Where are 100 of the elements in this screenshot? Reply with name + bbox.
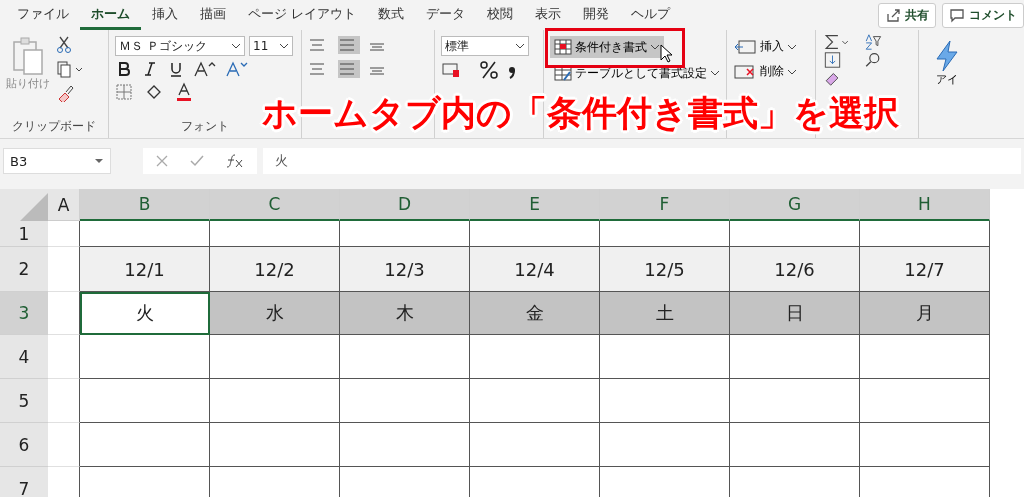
font-grow-icon[interactable] xyxy=(193,60,217,78)
column-header[interactable]: A xyxy=(48,189,80,221)
table-cell[interactable] xyxy=(48,423,80,467)
table-cell[interactable] xyxy=(80,335,210,379)
ribbon-tab[interactable]: 描画 xyxy=(189,0,237,30)
column-header[interactable]: D xyxy=(340,189,470,221)
column-header[interactable]: H xyxy=(860,189,990,221)
ribbon-tab[interactable]: ページ レイアウト xyxy=(237,0,368,30)
table-cell[interactable]: 12/7 xyxy=(860,247,990,292)
table-cell[interactable]: 火 xyxy=(80,292,210,335)
column-header[interactable]: C xyxy=(210,189,340,221)
conditional-format-button[interactable]: 条件付き書式 xyxy=(550,36,664,58)
percent-icon[interactable] xyxy=(479,60,499,80)
table-cell[interactable]: 月 xyxy=(860,292,990,335)
font-name-dropdown[interactable]: ＭＳ Ｐゴシック xyxy=(115,36,245,56)
dropdown-arrow-icon[interactable] xyxy=(94,158,104,164)
formula-input[interactable]: 火 xyxy=(263,148,1021,174)
chevron-down-icon[interactable] xyxy=(787,42,797,51)
font-size-dropdown[interactable]: 11 xyxy=(249,36,293,56)
insert-cells-button[interactable]: 挿入 xyxy=(733,36,809,57)
row-header[interactable]: 5 xyxy=(0,379,48,423)
ribbon-tab[interactable]: ヘルプ xyxy=(620,0,682,30)
grid-icon[interactable] xyxy=(554,39,572,55)
ribbon-tab[interactable]: データ xyxy=(415,0,477,30)
table-cell[interactable] xyxy=(730,423,860,467)
table-cell[interactable] xyxy=(730,379,860,423)
comment-button[interactable]: コメント xyxy=(942,2,1024,28)
table-cell[interactable]: 木 xyxy=(340,292,470,335)
table-cell[interactable] xyxy=(470,423,600,467)
table-cell[interactable]: 12/6 xyxy=(730,247,860,292)
delete-cells-button[interactable]: 削除 xyxy=(733,61,809,82)
table-cell[interactable]: 金 xyxy=(470,292,600,335)
share-icon[interactable] xyxy=(885,7,901,23)
chevron-down-icon[interactable] xyxy=(650,43,660,51)
table-cell[interactable] xyxy=(80,423,210,467)
brush-icon[interactable] xyxy=(56,84,74,102)
ribbon-tab[interactable]: 開発 xyxy=(572,0,621,30)
checkmark-icon[interactable] xyxy=(189,154,205,168)
table-cell[interactable]: 12/2 xyxy=(210,247,340,292)
clipboard-icon[interactable] xyxy=(11,36,45,76)
table-cell[interactable] xyxy=(860,335,990,379)
table-cell[interactable] xyxy=(80,379,210,423)
table-cell[interactable] xyxy=(340,379,470,423)
group-label: クリップボード xyxy=(11,118,97,135)
column-header[interactable]: G xyxy=(730,189,860,221)
row-header[interactable]: 3 xyxy=(0,292,48,335)
chevron-down-icon[interactable] xyxy=(710,69,720,77)
name-box[interactable]: B3 xyxy=(3,148,111,174)
font-shrink-icon[interactable] xyxy=(225,60,249,78)
table-cell[interactable] xyxy=(470,335,600,379)
table-cell[interactable] xyxy=(860,423,990,467)
table-cell[interactable] xyxy=(210,423,340,467)
chevron-down-icon[interactable] xyxy=(279,42,289,50)
copy-icon[interactable] xyxy=(56,60,84,78)
table-cell[interactable] xyxy=(48,335,80,379)
speech-bubble-icon[interactable] xyxy=(949,7,965,23)
column-header[interactable]: F xyxy=(600,189,730,221)
table-cell[interactable] xyxy=(470,379,600,423)
table-cell[interactable] xyxy=(600,379,730,423)
ribbon-tab[interactable]: 校閲 xyxy=(476,0,525,30)
chevron-down-icon[interactable] xyxy=(515,42,525,50)
table-cell[interactable] xyxy=(860,379,990,423)
table-cell[interactable]: 日 xyxy=(730,292,860,335)
column-header[interactable]: B xyxy=(80,189,210,221)
insert-cells-icon[interactable] xyxy=(733,38,757,55)
table-cell[interactable] xyxy=(600,423,730,467)
column-header[interactable]: E xyxy=(470,189,600,221)
table-cell[interactable] xyxy=(210,335,340,379)
table-cell[interactable] xyxy=(600,335,730,379)
row-header[interactable]: 1 xyxy=(0,221,48,247)
table-cell[interactable]: 12/1 xyxy=(80,247,210,292)
ribbon-tab[interactable]: 数式 xyxy=(367,0,416,30)
number-format-dropdown[interactable]: 標準 xyxy=(441,36,529,56)
annotation-caption: ホームタブ内の「条件付き書式」を選択 xyxy=(262,96,899,131)
lightning-icon[interactable] xyxy=(934,40,960,72)
function-icon[interactable] xyxy=(225,153,245,169)
share-button[interactable]: 共有 xyxy=(878,2,936,28)
row-header[interactable]: 4 xyxy=(0,335,48,379)
row-header[interactable]: 6 xyxy=(0,423,48,467)
scissors-icon[interactable] xyxy=(56,36,72,54)
row-header[interactable]: 7 xyxy=(0,467,48,497)
table-cell[interactable]: 土 xyxy=(600,292,730,335)
ribbon-tab[interactable]: ファイル xyxy=(6,0,80,30)
ideas-button[interactable]: アイ xyxy=(925,36,969,91)
row-header[interactable]: 2 xyxy=(0,247,48,292)
chevron-down-icon[interactable] xyxy=(787,67,797,76)
table-cell[interactable] xyxy=(210,379,340,423)
delete-cells-icon[interactable] xyxy=(733,63,757,80)
ribbon-tab[interactable]: 表示 xyxy=(524,0,573,30)
table-cell[interactable]: 12/4 xyxy=(470,247,600,292)
ribbon-tab[interactable]: 挿入 xyxy=(141,0,189,30)
table-cell[interactable] xyxy=(340,423,470,467)
table-cell[interactable]: 水 xyxy=(210,292,340,335)
table-cell[interactable] xyxy=(48,221,80,247)
chevron-down-icon[interactable] xyxy=(231,42,241,50)
table-cell[interactable]: 12/5 xyxy=(600,247,730,292)
table-cell[interactable] xyxy=(48,379,80,423)
table-cell[interactable] xyxy=(730,335,860,379)
table-cell[interactable]: 12/3 xyxy=(340,247,470,292)
table-cell[interactable] xyxy=(340,335,470,379)
